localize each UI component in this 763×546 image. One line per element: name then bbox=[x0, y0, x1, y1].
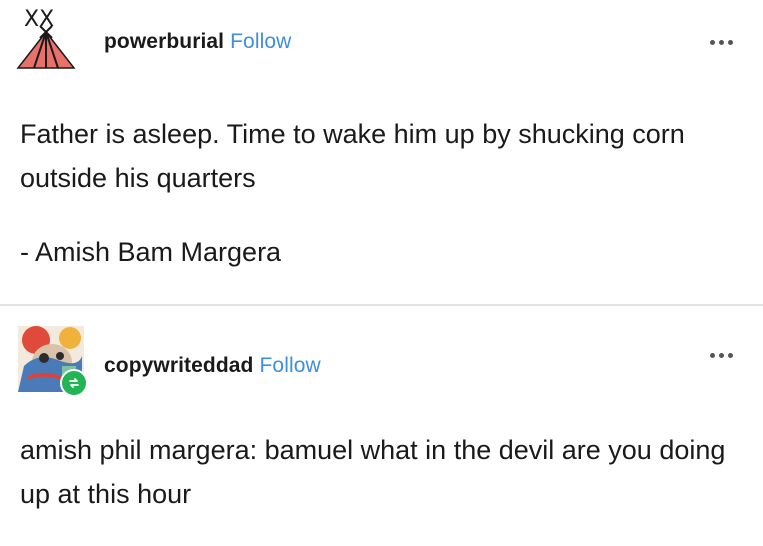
ellipsis-icon[interactable] bbox=[710, 353, 733, 358]
avatar-teepee-icon[interactable]: XX bbox=[14, 6, 78, 70]
post-powerburial: XX powerburial Follow Father is asleep. T… bbox=[0, 0, 763, 304]
post-copywriteddad: copywriteddad Follow amish phil margera: … bbox=[0, 306, 763, 546]
post-username-line: powerburial Follow bbox=[104, 30, 291, 54]
post-header: XX powerburial Follow bbox=[0, 0, 763, 80]
post-attribution: - Amish Bam Margera bbox=[20, 237, 282, 267]
follow-button[interactable]: Follow bbox=[230, 30, 291, 53]
post-text: Father is asleep. Time to wake him up by… bbox=[20, 119, 685, 193]
post-header: copywriteddad Follow bbox=[0, 306, 763, 392]
reblog-icon bbox=[60, 369, 88, 397]
follow-button[interactable]: Follow bbox=[260, 354, 321, 377]
post-username-line: copywriteddad Follow bbox=[104, 354, 321, 378]
ellipsis-icon[interactable] bbox=[710, 40, 733, 45]
username[interactable]: copywriteddad bbox=[104, 354, 254, 377]
username[interactable]: powerburial bbox=[104, 30, 224, 53]
post-text: amish phil margera: bamuel what in the d… bbox=[20, 435, 726, 509]
